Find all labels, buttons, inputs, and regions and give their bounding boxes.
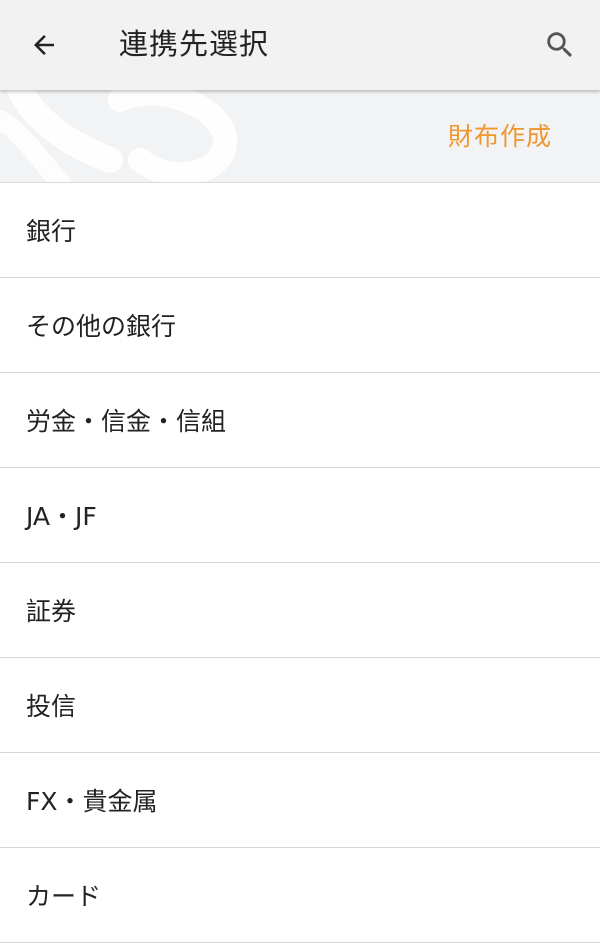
list-item-securities[interactable]: 証券 xyxy=(0,563,600,658)
list-item-fx-precious-metals[interactable]: FX・貴金属 xyxy=(0,753,600,848)
category-list: 銀行 その他の銀行 労金・信金・信組 JA・JF 証券 投信 FX・貴金属 カー… xyxy=(0,183,600,943)
list-item-ja-jf[interactable]: JA・JF xyxy=(0,468,600,563)
banner-decoration xyxy=(0,90,238,182)
search-button[interactable] xyxy=(536,21,584,69)
wallet-banner: 財布作成 xyxy=(0,90,600,183)
list-item-bank[interactable]: 銀行 xyxy=(0,183,600,278)
back-button[interactable] xyxy=(20,21,68,69)
list-item-cards[interactable]: カード xyxy=(0,848,600,943)
page-title: 連携先選択 xyxy=(119,27,270,61)
list-item-investment-trusts[interactable]: 投信 xyxy=(0,658,600,753)
arrow-left-icon xyxy=(34,35,54,55)
list-item-other-banks[interactable]: その他の銀行 xyxy=(0,278,600,373)
list-item-labor-credit-unions[interactable]: 労金・信金・信組 xyxy=(0,373,600,468)
search-icon xyxy=(547,32,573,58)
app-bar: 連携先選択 xyxy=(0,0,600,90)
create-wallet-link[interactable]: 財布作成 xyxy=(448,120,552,154)
